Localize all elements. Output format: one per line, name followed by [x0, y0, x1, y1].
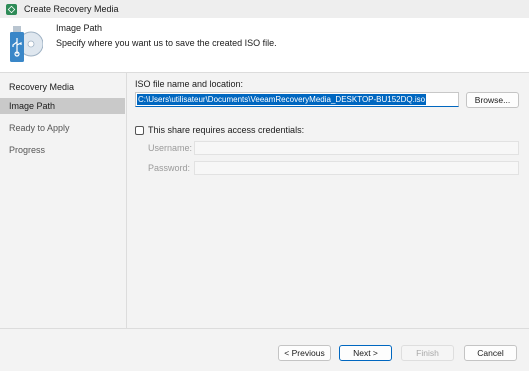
title-bar: Create Recovery Media — [0, 0, 529, 18]
step-description: Specify where you want us to save the cr… — [56, 38, 277, 48]
app-icon — [6, 3, 17, 15]
wizard-steps-sidebar: Recovery Media Image Path Ready to Apply… — [0, 73, 127, 328]
iso-path-input[interactable]: C:\Users\utilisateur\Documents\VeeamReco… — [135, 92, 459, 107]
sidebar-item-progress[interactable]: Progress — [0, 142, 125, 158]
step-title: Image Path — [56, 23, 103, 33]
browse-button[interactable]: Browse... — [466, 92, 519, 108]
iso-path-value: C:\Users\utilisateur\Documents\VeeamReco… — [137, 94, 427, 105]
username-label: Username: — [148, 143, 193, 153]
sidebar-item-ready-to-apply[interactable]: Ready to Apply — [0, 120, 125, 136]
next-button[interactable]: Next > — [339, 345, 392, 361]
wizard-header: Image Path Specify where you want us to … — [0, 18, 529, 73]
credentials-checkbox[interactable] — [135, 125, 144, 135]
password-label: Password: — [148, 163, 191, 173]
iso-path-label: ISO file name and location: — [135, 79, 244, 89]
credentials-checkbox-label: This share requires access credentials: — [148, 125, 305, 135]
wizard-content: ISO file name and location: C:\Users\uti… — [127, 73, 529, 328]
previous-button[interactable]: < Previous — [278, 345, 331, 361]
username-field[interactable] — [194, 141, 519, 155]
cancel-button[interactable]: Cancel — [464, 345, 517, 361]
sidebar-item-image-path[interactable]: Image Path — [0, 98, 125, 114]
usb-drive-disc-icon — [10, 26, 43, 62]
credentials-checkbox-row[interactable]: This share requires access credentials: — [135, 125, 304, 135]
window-title: Create Recovery Media — [24, 4, 119, 14]
password-field[interactable] — [194, 161, 519, 175]
sidebar-item-recovery-media[interactable]: Recovery Media — [0, 79, 125, 95]
finish-button[interactable]: Finish — [401, 345, 454, 361]
wizard-footer: < Previous Next > Finish Cancel — [0, 328, 529, 371]
